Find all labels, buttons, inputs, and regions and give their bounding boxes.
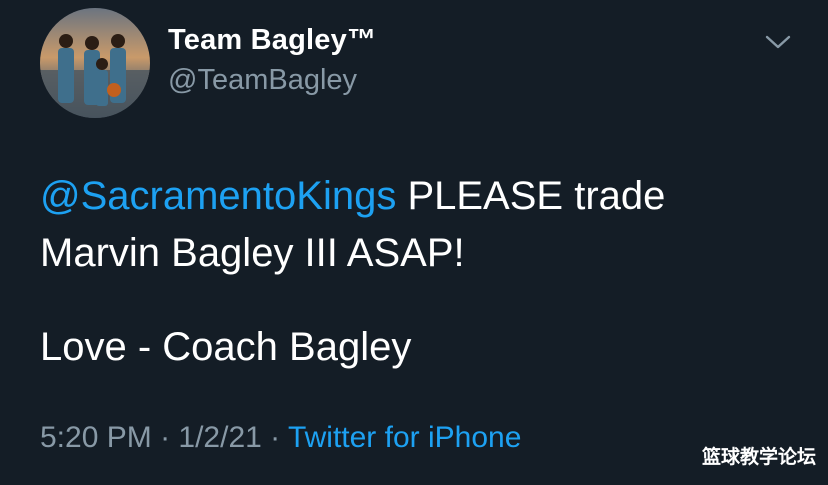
mention-link[interactable]: @SacramentoKings <box>40 174 396 218</box>
tweet-line-1-text: PLEASE trade <box>396 174 666 218</box>
tweet-time: 5:20 PM <box>40 421 152 454</box>
tweet-meta: 5:20 PM · 1/2/21 · Twitter for iPhone <box>40 421 521 455</box>
tweet-line-3: Love - Coach Bagley <box>40 325 412 369</box>
avatar[interactable] <box>40 8 150 118</box>
tweet-date: 1/2/21 <box>178 421 262 454</box>
tweet-source-link[interactable]: Twitter for iPhone <box>288 421 521 454</box>
watermark: 篮球教学论坛 <box>701 446 816 468</box>
display-name[interactable]: Team Bagley™ <box>168 24 376 57</box>
chevron-down-icon[interactable] <box>764 30 792 54</box>
tweet-text: @SacramentoKings PLEASE trade Marvin Bag… <box>40 168 800 376</box>
tweet-line-2: Marvin Bagley III ASAP! <box>40 231 465 275</box>
tweet-line-1: @SacramentoKings PLEASE trade <box>40 168 800 225</box>
meta-separator: · <box>261 421 288 454</box>
user-handle[interactable]: @TeamBagley <box>168 64 357 97</box>
tweet-card: Team Bagley™ @TeamBagley @SacramentoKing… <box>0 0 828 485</box>
meta-separator: · <box>151 421 179 454</box>
avatar-photo <box>40 8 150 118</box>
